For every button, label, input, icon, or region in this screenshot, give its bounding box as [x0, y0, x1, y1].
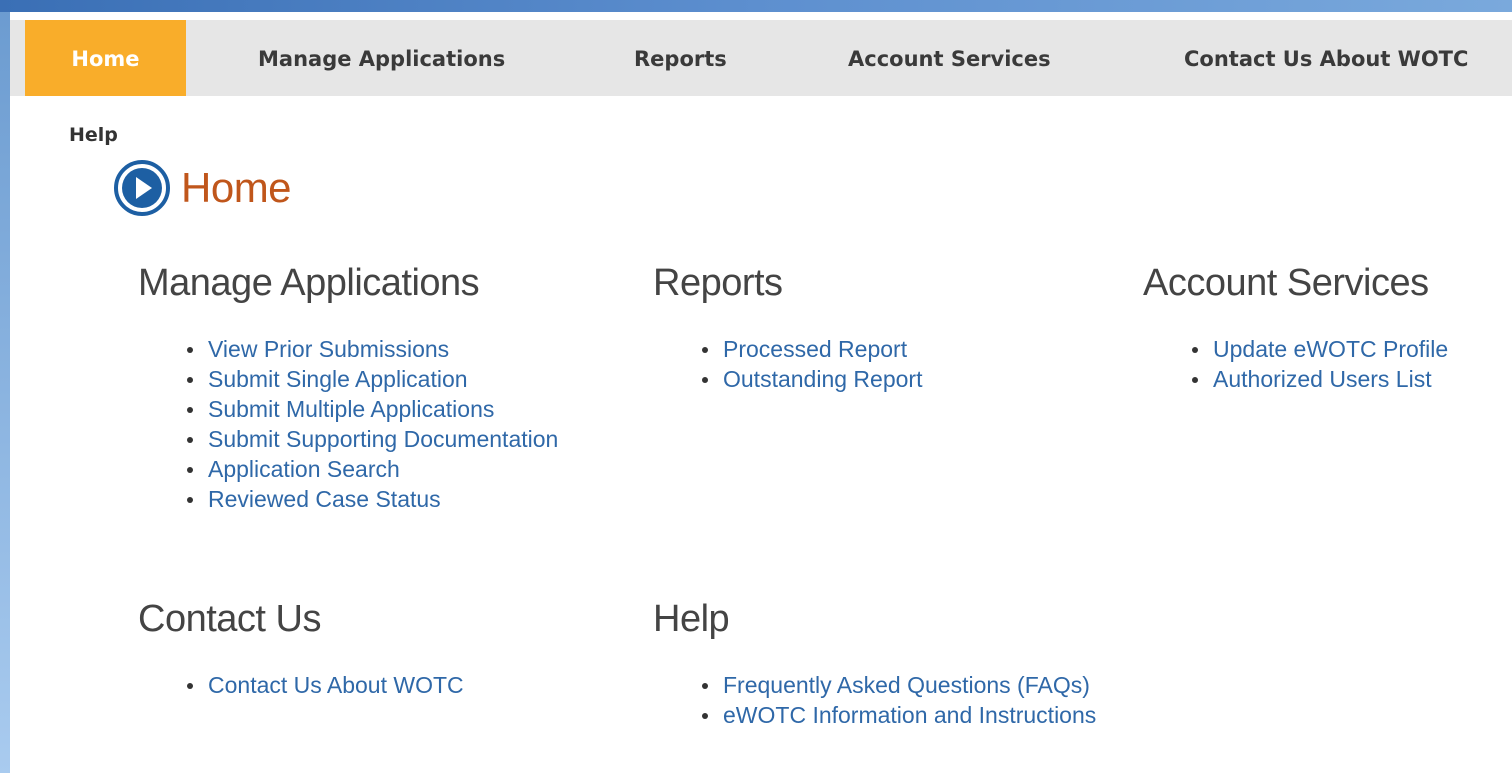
- list-item: Frequently Asked Questions (FAQs): [699, 670, 1096, 700]
- section-account-services: Account Services Update eWOTC Profile Au…: [1143, 262, 1448, 392]
- link-faqs[interactable]: Frequently Asked Questions (FAQs): [723, 672, 1090, 698]
- list-item: eWOTC Information and Instructions: [699, 700, 1096, 730]
- link-list: View Prior Submissions Submit Single App…: [184, 334, 558, 514]
- nav-tab-account-services[interactable]: Account Services: [848, 20, 1051, 96]
- list-item: Submit Single Application: [184, 364, 558, 394]
- section-help: Help Frequently Asked Questions (FAQs) e…: [653, 598, 1096, 728]
- link-list: Contact Us About WOTC: [184, 670, 464, 700]
- page-title: Home: [181, 164, 292, 211]
- list-item: Contact Us About WOTC: [184, 670, 464, 700]
- window-top-border: [0, 0, 1512, 12]
- list-item: Submit Supporting Documentation: [184, 424, 558, 454]
- link-view-prior-submissions[interactable]: View Prior Submissions: [208, 336, 449, 362]
- nav-tab-manage-applications[interactable]: Manage Applications: [258, 20, 505, 96]
- link-list: Processed Report Outstanding Report: [699, 334, 922, 394]
- section-heading: Manage Applications: [138, 262, 480, 304]
- list-item: Submit Multiple Applications: [184, 394, 558, 424]
- play-circle-icon: [114, 160, 170, 216]
- link-ewotc-information-and-instructions[interactable]: eWOTC Information and Instructions: [723, 702, 1096, 728]
- section-contact-us: Contact Us Contact Us About WOTC: [138, 598, 464, 698]
- link-submit-multiple-applications[interactable]: Submit Multiple Applications: [208, 396, 494, 422]
- link-processed-report[interactable]: Processed Report: [723, 336, 907, 362]
- link-authorized-users-list[interactable]: Authorized Users List: [1213, 366, 1432, 392]
- list-item: Processed Report: [699, 334, 922, 364]
- list-item: View Prior Submissions: [184, 334, 558, 364]
- section-reports: Reports Processed Report Outstanding Rep…: [653, 262, 922, 392]
- link-submit-supporting-documentation[interactable]: Submit Supporting Documentation: [208, 426, 558, 452]
- list-item: Authorized Users List: [1189, 364, 1448, 394]
- nav-tab-contact-us-about-wotc[interactable]: Contact Us About WOTC: [1184, 20, 1468, 96]
- link-submit-single-application[interactable]: Submit Single Application: [208, 366, 468, 392]
- section-heading: Account Services: [1143, 262, 1429, 304]
- link-outstanding-report[interactable]: Outstanding Report: [723, 366, 922, 392]
- link-update-ewotc-profile[interactable]: Update eWOTC Profile: [1213, 336, 1448, 362]
- link-application-search[interactable]: Application Search: [208, 456, 400, 482]
- help-link[interactable]: Help: [69, 124, 118, 146]
- list-item: Update eWOTC Profile: [1189, 334, 1448, 364]
- list-item: Application Search: [184, 454, 558, 484]
- page-title-row: Home: [114, 159, 292, 217]
- link-list: Frequently Asked Questions (FAQs) eWOTC …: [699, 670, 1096, 730]
- page-content: Home Manage Applications Reports Account…: [10, 12, 1512, 773]
- section-manage-applications: Manage Applications View Prior Submissio…: [138, 262, 558, 512]
- section-heading: Reports: [653, 262, 783, 304]
- section-heading: Contact Us: [138, 598, 321, 640]
- nav-tab-home[interactable]: Home: [25, 20, 186, 96]
- link-list: Update eWOTC Profile Authorized Users Li…: [1189, 334, 1448, 394]
- link-contact-us-about-wotc[interactable]: Contact Us About WOTC: [208, 672, 464, 698]
- main-nav-bar: Home Manage Applications Reports Account…: [10, 20, 1512, 96]
- list-item: Outstanding Report: [699, 364, 922, 394]
- link-reviewed-case-status[interactable]: Reviewed Case Status: [208, 486, 441, 512]
- list-item: Reviewed Case Status: [184, 484, 558, 514]
- nav-tab-reports[interactable]: Reports: [634, 20, 727, 96]
- section-heading: Help: [653, 598, 730, 640]
